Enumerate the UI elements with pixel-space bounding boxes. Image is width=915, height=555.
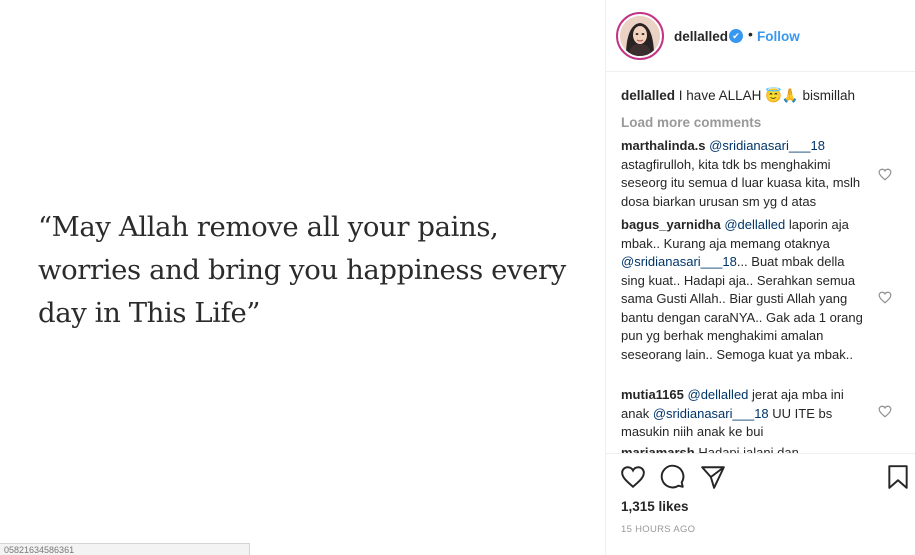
status-bar-url: 05821634586361 — [0, 543, 250, 555]
comment-item: bagus_yarnidha @dellalled laporin aja mb… — [621, 216, 871, 364]
quote-text: “May Allah remove all your pains, worrie… — [38, 206, 605, 335]
share-icon[interactable] — [700, 464, 726, 490]
comment-mention[interactable]: @dellalled — [724, 217, 785, 232]
comment-text: ... Buat mbak della sing kuat.. Hadapi a… — [621, 254, 863, 362]
post-caption: dellalled I have ALLAH 😇🙏 bismillah — [621, 88, 855, 104]
comment-mention[interactable]: @sridianasari___18 — [653, 406, 769, 421]
like-comment-heart-icon[interactable] — [878, 168, 892, 181]
header-username[interactable]: dellalled — [674, 29, 728, 44]
like-heart-icon[interactable] — [620, 464, 646, 490]
post-image[interactable]: “May Allah remove all your pains, worrie… — [0, 0, 605, 555]
avatar-image — [620, 16, 660, 56]
like-comment-heart-icon[interactable] — [878, 291, 892, 304]
caption-text: I have ALLAH 😇🙏 bismillah — [678, 88, 855, 103]
quote-line-3: day in This Life” — [38, 297, 260, 329]
caption-author[interactable]: dellalled — [621, 88, 675, 103]
follow-button[interactable]: Follow — [757, 29, 800, 44]
post-header: dellalled ✔ • Follow — [606, 0, 915, 72]
post-actions: 1,315 likes 15 HOURS AGO — [606, 453, 915, 555]
comment-text: astagfirulloh, kita tdk bs menghakimi se… — [621, 156, 861, 209]
post-timestamp[interactable]: 15 HOURS AGO — [621, 524, 695, 535]
comments-section: dellalled I have ALLAH 😇🙏 bismillah Load… — [606, 73, 915, 453]
post-sidebar: dellalled ✔ • Follow dellalled I have AL… — [605, 0, 915, 555]
bookmark-icon[interactable] — [885, 464, 911, 490]
comment-mention[interactable]: @sridianasari___18 — [709, 138, 825, 153]
like-comment-heart-icon[interactable] — [878, 405, 892, 418]
likes-count[interactable]: 1,315 likes — [621, 499, 689, 514]
comment-item: marthalinda.s @sridianasari___18 astagfi… — [621, 137, 871, 211]
comment-item: mariamarsh Hadapi jalani dan — [621, 444, 871, 453]
avatar[interactable] — [616, 12, 664, 60]
comment-mention[interactable]: @sridianasari___18 — [621, 254, 737, 269]
comment-author[interactable]: mariamarsh — [621, 445, 695, 453]
quote-line-2: worries and bring you happiness every — [38, 254, 566, 286]
header-separator: • — [748, 26, 753, 42]
comment-text: Hadapi jalani dan — [698, 445, 799, 453]
comment-item: mutia1165 @dellalled jerat aja mba ini a… — [621, 386, 871, 442]
comment-author[interactable]: mutia1165 — [621, 387, 684, 402]
comment-author[interactable]: bagus_yarnidha — [621, 217, 721, 232]
verified-badge-icon: ✔ — [729, 29, 743, 43]
quote-line-1: “May Allah remove all your pains, — [38, 211, 499, 243]
comment-author[interactable]: marthalinda.s — [621, 138, 706, 153]
comment-mention[interactable]: @dellalled — [688, 387, 749, 402]
load-more-comments-button[interactable]: Load more comments — [621, 115, 761, 130]
comment-bubble-icon[interactable] — [660, 464, 686, 490]
